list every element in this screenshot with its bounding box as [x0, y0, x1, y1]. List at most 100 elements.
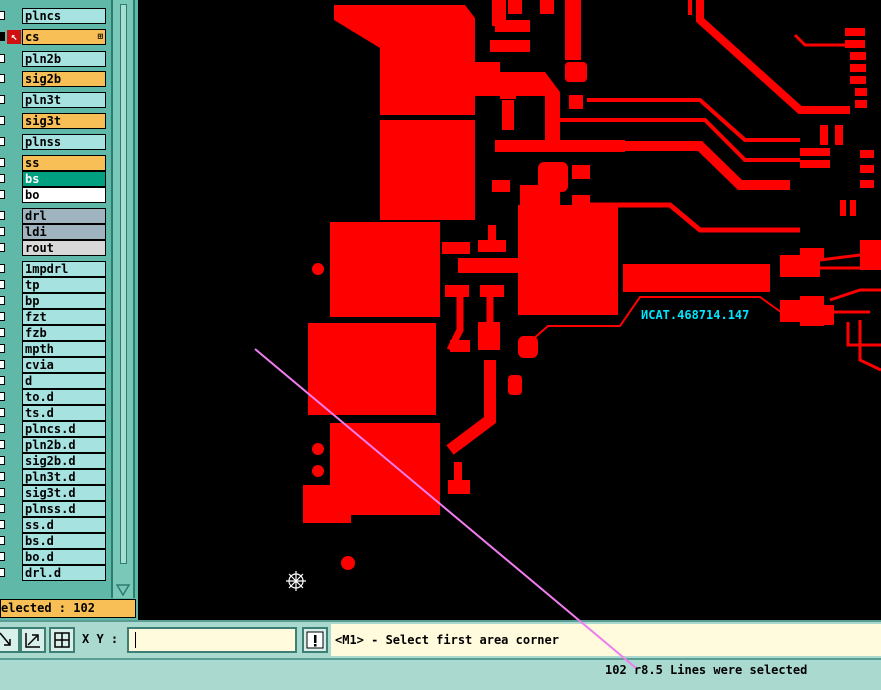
layer-row-bo-d[interactable]: bo.d: [0, 549, 110, 565]
xy-input[interactable]: [127, 627, 297, 653]
layer-row-plnss-d[interactable]: plnss.d: [0, 501, 110, 517]
layer-label[interactable]: ss.d: [22, 517, 106, 533]
layer-label[interactable]: sig2b.d: [22, 453, 106, 469]
layer-visibility-checkbox[interactable]: [0, 344, 5, 353]
layer-label[interactable]: bs: [22, 171, 106, 187]
layer-label[interactable]: plncs: [22, 8, 106, 24]
layer-row-plnss[interactable]: plnss: [0, 134, 110, 150]
layer-row-fzt[interactable]: fzt: [0, 309, 110, 325]
layer-visibility-checkbox[interactable]: [0, 296, 5, 305]
layer-row-bs[interactable]: bs: [0, 171, 110, 187]
layer-visibility-checkbox[interactable]: [0, 227, 5, 236]
layer-row-cvia[interactable]: cvia: [0, 357, 110, 373]
layer-label[interactable]: cs ⊞: [22, 29, 106, 45]
layer-visibility-checkbox[interactable]: [0, 376, 5, 385]
layer-row-drl-d[interactable]: drl.d: [0, 565, 110, 581]
layer-visibility-checkbox[interactable]: [0, 488, 5, 497]
layer-label[interactable]: 1mpdrl: [22, 261, 106, 277]
layer-label[interactable]: to.d: [22, 389, 106, 405]
layer-label[interactable]: pln2b: [22, 51, 106, 67]
layer-visibility-checkbox[interactable]: [0, 520, 5, 529]
layer-visibility-checkbox[interactable]: [0, 456, 5, 465]
layer-label[interactable]: sig3t.d: [22, 485, 106, 501]
layer-label[interactable]: ts.d: [22, 405, 106, 421]
layer-label[interactable]: ldi: [22, 224, 106, 240]
layer-label[interactable]: bo: [22, 187, 106, 203]
zoom-area-button[interactable]: [20, 627, 46, 653]
layer-row-plncs[interactable]: plncs: [0, 8, 110, 24]
layer-label[interactable]: plncs.d: [22, 421, 106, 437]
layer-row-pln3t[interactable]: pln3t: [0, 92, 110, 108]
layer-visibility-checkbox[interactable]: [0, 11, 5, 20]
layer-visibility-checkbox[interactable]: [0, 440, 5, 449]
layer-label[interactable]: pln2b.d: [22, 437, 106, 453]
layer-label[interactable]: fzb: [22, 325, 106, 341]
layer-visibility-checkbox[interactable]: [0, 137, 5, 146]
layer-row-sig3t-d[interactable]: sig3t.d: [0, 485, 110, 501]
layer-row-bo[interactable]: bo: [0, 187, 110, 203]
layer-label[interactable]: pln3t: [22, 92, 106, 108]
layer-visibility-checkbox[interactable]: [0, 190, 5, 199]
layer-label[interactable]: tp: [22, 277, 106, 293]
layer-row-tp[interactable]: tp: [0, 277, 110, 293]
layer-row-pln3t-d[interactable]: pln3t.d: [0, 469, 110, 485]
layer-scrollbar[interactable]: [111, 0, 135, 598]
layer-label[interactable]: bo.d: [22, 549, 106, 565]
layer-row-sig3t[interactable]: sig3t: [0, 113, 110, 129]
layer-row-pln2b[interactable]: pln2b: [0, 51, 110, 67]
layer-label[interactable]: sig3t: [22, 113, 106, 129]
layer-visibility-checkbox[interactable]: [0, 328, 5, 337]
fit-view-button[interactable]: [49, 627, 75, 653]
layer-options-icon[interactable]: ⊞: [98, 30, 103, 44]
layer-row-ss[interactable]: ss: [0, 155, 110, 171]
layer-visibility-checkbox[interactable]: [0, 472, 5, 481]
layer-label[interactable]: sig2b: [22, 71, 106, 87]
layer-label[interactable]: drl: [22, 208, 106, 224]
layer-row-cs[interactable]: ↖ cs ⊞: [0, 29, 110, 45]
zoom-in-button[interactable]: [0, 627, 20, 653]
layer-row-d[interactable]: d: [0, 373, 110, 389]
layer-label[interactable]: plnss.d: [22, 501, 106, 517]
layer-row-bs-d[interactable]: bs.d: [0, 533, 110, 549]
layer-visibility-checkbox[interactable]: [0, 568, 5, 577]
layer-visibility-checkbox[interactable]: [0, 174, 5, 183]
layer-row-ldi[interactable]: ldi: [0, 224, 110, 240]
layer-row-to-d[interactable]: to.d: [0, 389, 110, 405]
layer-row-mpth[interactable]: mpth: [0, 341, 110, 357]
layer-row-rout[interactable]: rout: [0, 240, 110, 256]
layer-row-bp[interactable]: bp: [0, 293, 110, 309]
layer-row-plncs-d[interactable]: plncs.d: [0, 421, 110, 437]
layer-label[interactable]: mpth: [22, 341, 106, 357]
layer-visibility-checkbox[interactable]: [0, 243, 5, 252]
layer-visibility-checkbox[interactable]: [0, 54, 5, 63]
layer-visibility-checkbox[interactable]: [0, 116, 5, 125]
layer-label[interactable]: ss: [22, 155, 106, 171]
layer-row-sig2b-d[interactable]: sig2b.d: [0, 453, 110, 469]
layer-visibility-checkbox[interactable]: [0, 392, 5, 401]
layer-visibility-checkbox[interactable]: [0, 32, 5, 41]
alert-button[interactable]: [302, 627, 328, 653]
pcb-canvas[interactable]: ИСАТ.468714.147: [138, 0, 881, 620]
layer-label[interactable]: bp: [22, 293, 106, 309]
layer-label[interactable]: drl.d: [22, 565, 106, 581]
layer-visibility-checkbox[interactable]: [0, 264, 5, 273]
triangle-down-icon[interactable]: [116, 584, 130, 596]
layer-visibility-checkbox[interactable]: [0, 424, 5, 433]
layer-row-fzb[interactable]: fzb: [0, 325, 110, 341]
scroll-thumb[interactable]: [120, 4, 127, 564]
layer-visibility-checkbox[interactable]: [0, 552, 5, 561]
layer-visibility-checkbox[interactable]: [0, 536, 5, 545]
layer-visibility-checkbox[interactable]: [0, 211, 5, 220]
layer-visibility-checkbox[interactable]: [0, 408, 5, 417]
layer-label[interactable]: pln3t.d: [22, 469, 106, 485]
layer-visibility-checkbox[interactable]: [0, 280, 5, 289]
layer-visibility-checkbox[interactable]: [0, 74, 5, 83]
layer-row-1mpdrl[interactable]: 1mpdrl: [0, 261, 110, 277]
layer-label[interactable]: rout: [22, 240, 106, 256]
layer-row-pln2b-d[interactable]: pln2b.d: [0, 437, 110, 453]
layer-visibility-checkbox[interactable]: [0, 158, 5, 167]
layer-row-ss-d[interactable]: ss.d: [0, 517, 110, 533]
layer-row-sig2b[interactable]: sig2b: [0, 71, 110, 87]
layer-visibility-checkbox[interactable]: [0, 504, 5, 513]
layer-label[interactable]: bs.d: [22, 533, 106, 549]
